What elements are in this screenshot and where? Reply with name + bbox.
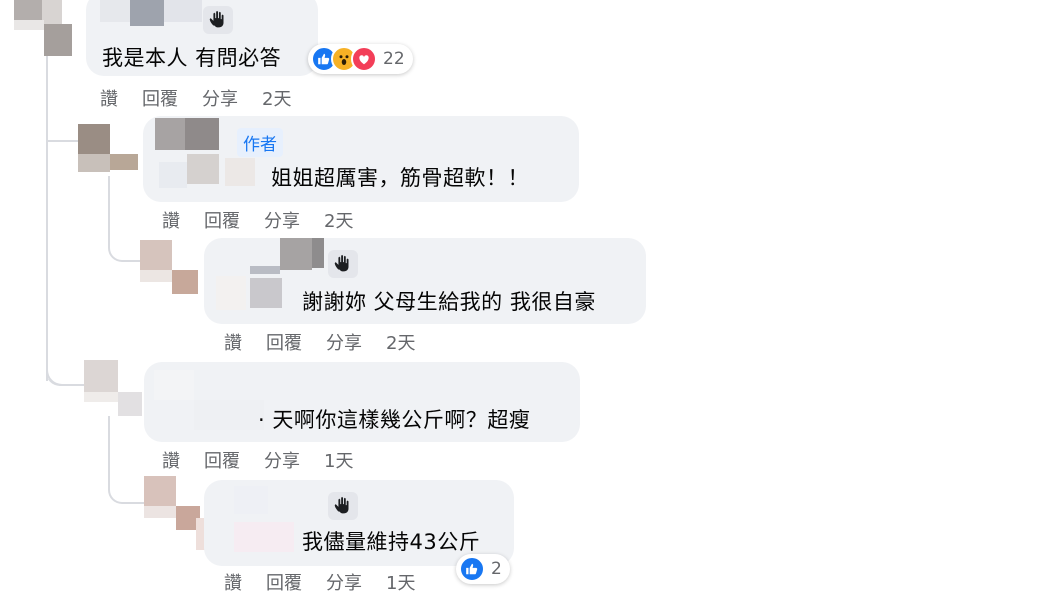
like-link[interactable]: 讚 [162, 207, 180, 233]
waving-hand-icon [328, 250, 358, 278]
timestamp[interactable]: 2天 [386, 329, 415, 355]
reply-link[interactable]: 回覆 [204, 207, 240, 233]
share-link[interactable]: 分享 [202, 85, 238, 111]
reaction-summary[interactable]: 22 [308, 44, 413, 74]
comment-bubble-4[interactable]: · 天啊你這樣幾公斤啊？超瘦 [144, 362, 580, 442]
avatar[interactable] [14, 0, 76, 56]
like-link[interactable]: 讚 [224, 569, 242, 595]
avatar[interactable] [78, 124, 140, 172]
comment-bubble-2[interactable]: 作者 姐姐超厲害，筋骨超軟！！ [143, 116, 579, 202]
like-link[interactable]: 讚 [224, 329, 242, 355]
comment-text: 我儘量維持43公斤 [302, 530, 481, 554]
comment-actions: 讚 回覆 分享 2天 [162, 207, 353, 233]
like-link[interactable]: 讚 [162, 447, 180, 473]
reply-link[interactable]: 回覆 [204, 447, 240, 473]
timestamp[interactable]: 2天 [262, 85, 291, 111]
comment-text: 謝謝妳 父母生給我的 我很自豪 [302, 290, 596, 314]
share-link[interactable]: 分享 [326, 569, 362, 595]
comment-actions: 讚 回覆 分享 2天 [100, 85, 291, 111]
love-icon [351, 46, 377, 72]
waving-hand-icon [328, 492, 358, 520]
thread-curve-nested-2 [108, 416, 144, 504]
like-link[interactable]: 讚 [100, 85, 118, 111]
comment-actions: 讚 回覆 分享 1天 [162, 447, 353, 473]
timestamp[interactable]: 1天 [386, 569, 415, 595]
avatar[interactable] [84, 360, 144, 416]
timestamp[interactable]: 1天 [324, 447, 353, 473]
like-icon [459, 556, 485, 582]
share-link[interactable]: 分享 [264, 447, 300, 473]
reaction-count: 2 [491, 559, 502, 579]
reaction-count: 22 [383, 49, 405, 69]
comment-text: 我是本人 有問必答 [102, 46, 282, 70]
timestamp[interactable]: 2天 [324, 207, 353, 233]
blurred-author-name[interactable] [154, 370, 274, 434]
reply-link[interactable]: 回覆 [142, 85, 178, 111]
thread-curve-reply-1b [46, 300, 86, 386]
blurred-author-name[interactable] [100, 0, 202, 26]
reaction-summary[interactable]: 2 [456, 554, 510, 584]
comment-actions: 讚 回覆 分享 2天 [224, 329, 415, 355]
author-badge: 作者 [237, 128, 283, 157]
comment-bubble-3[interactable]: 謝謝妳 父母生給我的 我很自豪 [204, 238, 646, 324]
thread-curve-nested-1 [108, 176, 142, 262]
share-link[interactable]: 分享 [264, 207, 300, 233]
waving-hand-icon [203, 6, 233, 34]
comment-bubble-5[interactable]: 我儘量維持43公斤 [204, 480, 514, 566]
comment-bubble-1[interactable]: 我是本人 有問必答 [86, 0, 318, 76]
reply-link[interactable]: 回覆 [266, 569, 302, 595]
reply-link[interactable]: 回覆 [266, 329, 302, 355]
avatar[interactable] [140, 240, 200, 296]
comment-text: · 天啊你這樣幾公斤啊？超瘦 [258, 408, 531, 432]
share-link[interactable]: 分享 [326, 329, 362, 355]
comment-text: 姐姐超厲害，筋骨超軟！！ [271, 166, 529, 190]
comment-actions: 讚 回覆 分享 1天 [224, 569, 415, 595]
